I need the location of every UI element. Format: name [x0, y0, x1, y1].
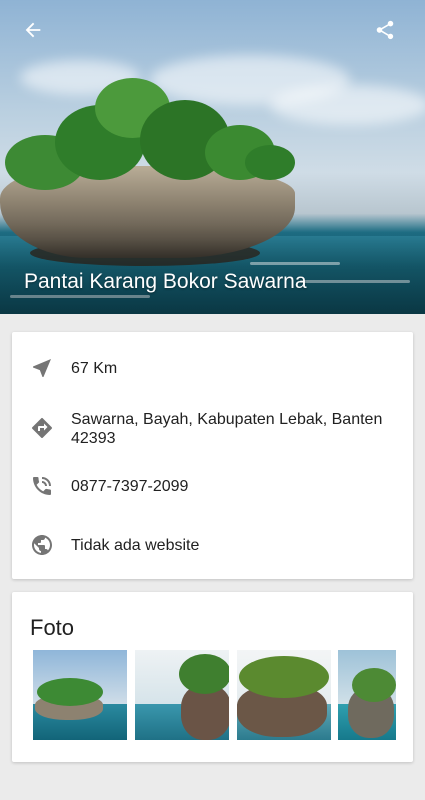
address-text: Sawarna, Bayah, Kabupaten Lebak, Banten …: [71, 411, 383, 447]
thumb-trees: [239, 656, 329, 698]
photo-card: Foto: [12, 592, 413, 762]
photo-thumbnail-4[interactable]: [338, 650, 396, 740]
cloud: [270, 85, 425, 125]
phone-icon: [33, 477, 51, 495]
tree: [245, 145, 295, 180]
thumb-trees: [352, 668, 396, 702]
back-button[interactable]: [15, 14, 51, 46]
website-text: Tidak ada website: [71, 537, 200, 554]
thumb-trees: [179, 654, 229, 694]
hero-shade: [0, 224, 425, 314]
distance-text: 67 Km: [71, 360, 118, 377]
info-card: 67 Km Sawarna, Bayah, Kabupaten Lebak, B…: [12, 332, 413, 579]
share-icon: [376, 20, 394, 40]
share-button[interactable]: [367, 14, 403, 46]
photo-thumbnail-1[interactable]: [33, 650, 127, 740]
arrow-left-icon: [25, 22, 41, 38]
thumb-trees: [37, 678, 103, 706]
place-title: Pantai Karang Bokor Sawarna: [24, 270, 307, 293]
globe-icon: [32, 535, 52, 555]
directions-icon: [32, 417, 53, 438]
phone-text: 0877-7397-2099: [71, 478, 189, 495]
photo-section-title: Foto: [30, 615, 75, 640]
photo-thumbnail-2[interactable]: [135, 650, 229, 740]
hero-image: Pantai Karang Bokor Sawarna: [0, 0, 425, 314]
photo-thumbnail-3[interactable]: [237, 650, 331, 740]
navigation-icon: [33, 359, 51, 377]
